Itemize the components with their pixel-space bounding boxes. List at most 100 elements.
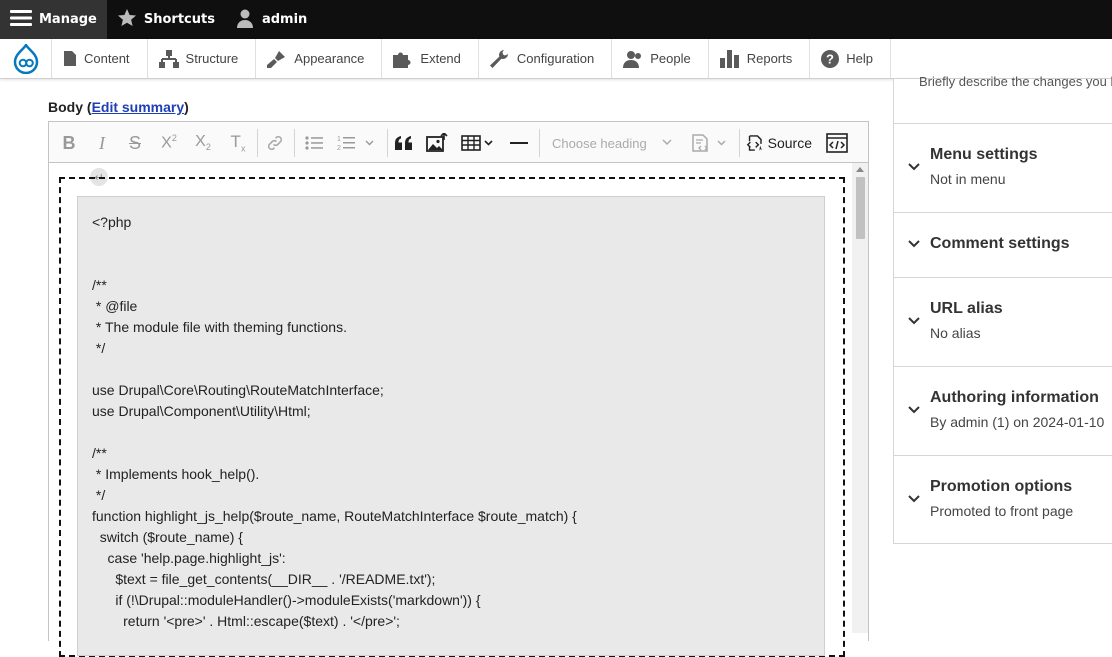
drupal-logo[interactable] <box>0 39 52 78</box>
table-icon <box>461 135 493 151</box>
chevron-down-icon <box>662 139 672 146</box>
star-icon <box>117 8 137 32</box>
body-editor: B I S X2 X2 Tx 12 Choose heading Source … <box>48 121 869 657</box>
code-block[interactable]: <?php /** * @file * The module file with… <box>77 196 825 656</box>
user-icon <box>235 8 255 32</box>
tray-item-content[interactable]: Content <box>52 39 148 78</box>
section-title: Comment settings <box>930 235 1070 252</box>
code-line: use Drupal\Core\Routing\RouteMatchInterf… <box>92 382 384 398</box>
toolbar-separator <box>294 129 295 157</box>
horizontal-line-button[interactable] <box>509 130 529 156</box>
user-button[interactable]: admin <box>225 0 317 39</box>
code-line: if (!\Drupal::moduleHandler()->moduleExi… <box>92 592 481 608</box>
shortcuts-label: Shortcuts <box>143 12 215 27</box>
superscript-button[interactable]: X2 <box>157 130 181 156</box>
tray-item-people[interactable]: People <box>612 39 709 78</box>
heading-dropdown[interactable]: Choose heading <box>544 130 676 156</box>
revision-log-hint: Briefly describe the changes you h <box>919 74 1112 89</box>
sidebar-section-url-alias[interactable]: URL alias No alias <box>894 277 1112 366</box>
code-line: function highlight_js_help($route_name, … <box>92 508 577 524</box>
shortcuts-button[interactable]: Shortcuts <box>107 0 225 39</box>
section-title: Authoring information <box>930 389 1099 406</box>
insert-table-button[interactable] <box>459 130 499 156</box>
sidebar-section-menu-settings[interactable]: Menu settings Not in menu <box>894 123 1112 212</box>
link-icon <box>267 135 283 151</box>
insert-image-button[interactable] <box>425 130 449 156</box>
horizontal-line-icon <box>510 142 528 144</box>
strikethrough-button[interactable]: S <box>125 130 145 156</box>
code-block-button[interactable] <box>689 130 729 156</box>
tray-item-label: Help <box>846 51 873 66</box>
code-line: * Implements hook_help(). <box>92 466 260 482</box>
source-button[interactable]: Source <box>746 130 812 156</box>
tray-item-configuration[interactable]: Configuration <box>479 39 613 78</box>
tray-item-extend[interactable]: Extend <box>382 39 479 78</box>
scroll-thumb[interactable] <box>856 177 865 239</box>
bold-icon: B <box>62 132 76 153</box>
bulleted-list-button[interactable] <box>303 130 325 156</box>
tray-item-label: Content <box>84 51 130 66</box>
link-button[interactable] <box>263 130 287 156</box>
toolbar-separator <box>257 129 258 157</box>
hamburger-icon <box>10 9 32 31</box>
tray-item-label: Reports <box>746 51 793 66</box>
subscript-button[interactable]: X2 <box>191 130 215 156</box>
tray-item-label: Extend <box>420 51 461 66</box>
code-line: /** <box>92 445 107 461</box>
sidebar-section-comment-settings[interactable]: Comment settings <box>894 212 1112 277</box>
brush-icon <box>267 50 286 68</box>
tray-item-help[interactable]: ? Help <box>810 39 891 78</box>
tray-item-label: People <box>650 51 691 66</box>
tray-item-label: Configuration <box>516 51 595 66</box>
people-icon <box>623 50 642 68</box>
bulleted-list-icon <box>305 136 323 150</box>
code-line: * @file <box>92 298 138 314</box>
wrench-icon <box>489 49 508 68</box>
user-label: admin <box>261 12 308 27</box>
section-summary: No alias <box>930 325 981 341</box>
structure-icon <box>158 49 179 68</box>
sidebar-section-authoring-information[interactable]: Authoring information By admin (1) on 20… <box>894 366 1112 455</box>
manage-label: Manage <box>39 12 97 27</box>
editor-content[interactable]: ↵ <?php /** * @file * The module file wi… <box>49 164 868 657</box>
editor-scrollbar[interactable] <box>852 163 868 633</box>
tray-item-structure[interactable]: Structure <box>148 39 257 78</box>
svg-text:?: ? <box>826 51 834 66</box>
toolbar-separator <box>739 129 740 157</box>
numbered-list-button[interactable]: 12 <box>335 130 379 156</box>
tray-item-reports[interactable]: Reports <box>709 39 811 78</box>
remove-format-button[interactable]: Tx <box>227 130 249 156</box>
section-summary: Not in menu <box>930 171 1006 187</box>
blockquote-icon <box>395 136 412 150</box>
tray-item-appearance[interactable]: Appearance <box>256 39 383 78</box>
tray-item-label: Appearance <box>294 51 365 66</box>
edit-summary-link[interactable]: Edit summary <box>92 99 185 115</box>
sidebar-section-promotion-options[interactable]: Promotion options Promoted to front page <box>894 455 1112 544</box>
bold-button[interactable]: B <box>59 130 79 156</box>
section-title: URL alias <box>930 300 1003 317</box>
svg-text:1: 1 <box>337 136 341 143</box>
bar-chart-icon <box>719 49 739 68</box>
admin-tray: Content Structure Appearance Extend Conf… <box>0 39 1112 79</box>
toolbar-separator <box>387 129 388 157</box>
blockquote-button[interactable] <box>393 130 415 156</box>
chevron-down-icon <box>908 317 920 325</box>
code-line: $text = file_get_contents(__DIR__ . '/RE… <box>92 571 436 587</box>
chevron-down-icon <box>908 495 920 503</box>
subscript-icon: X2 <box>195 133 211 153</box>
section-title: Promotion options <box>930 478 1073 495</box>
source-editing-toggle[interactable] <box>825 130 849 156</box>
manage-button[interactable]: Manage <box>0 0 107 39</box>
code-line: * The module file with theming functions… <box>92 319 347 335</box>
code-line: use Drupal\Component\Utility\Html; <box>92 403 311 419</box>
italic-button[interactable]: I <box>92 130 112 156</box>
file-icon <box>64 51 76 66</box>
numbered-list-icon: 12 <box>337 136 374 151</box>
source-editing-icon <box>826 133 848 153</box>
toolbar-separator <box>539 129 540 157</box>
scroll-up-arrow-icon[interactable] <box>856 167 864 172</box>
